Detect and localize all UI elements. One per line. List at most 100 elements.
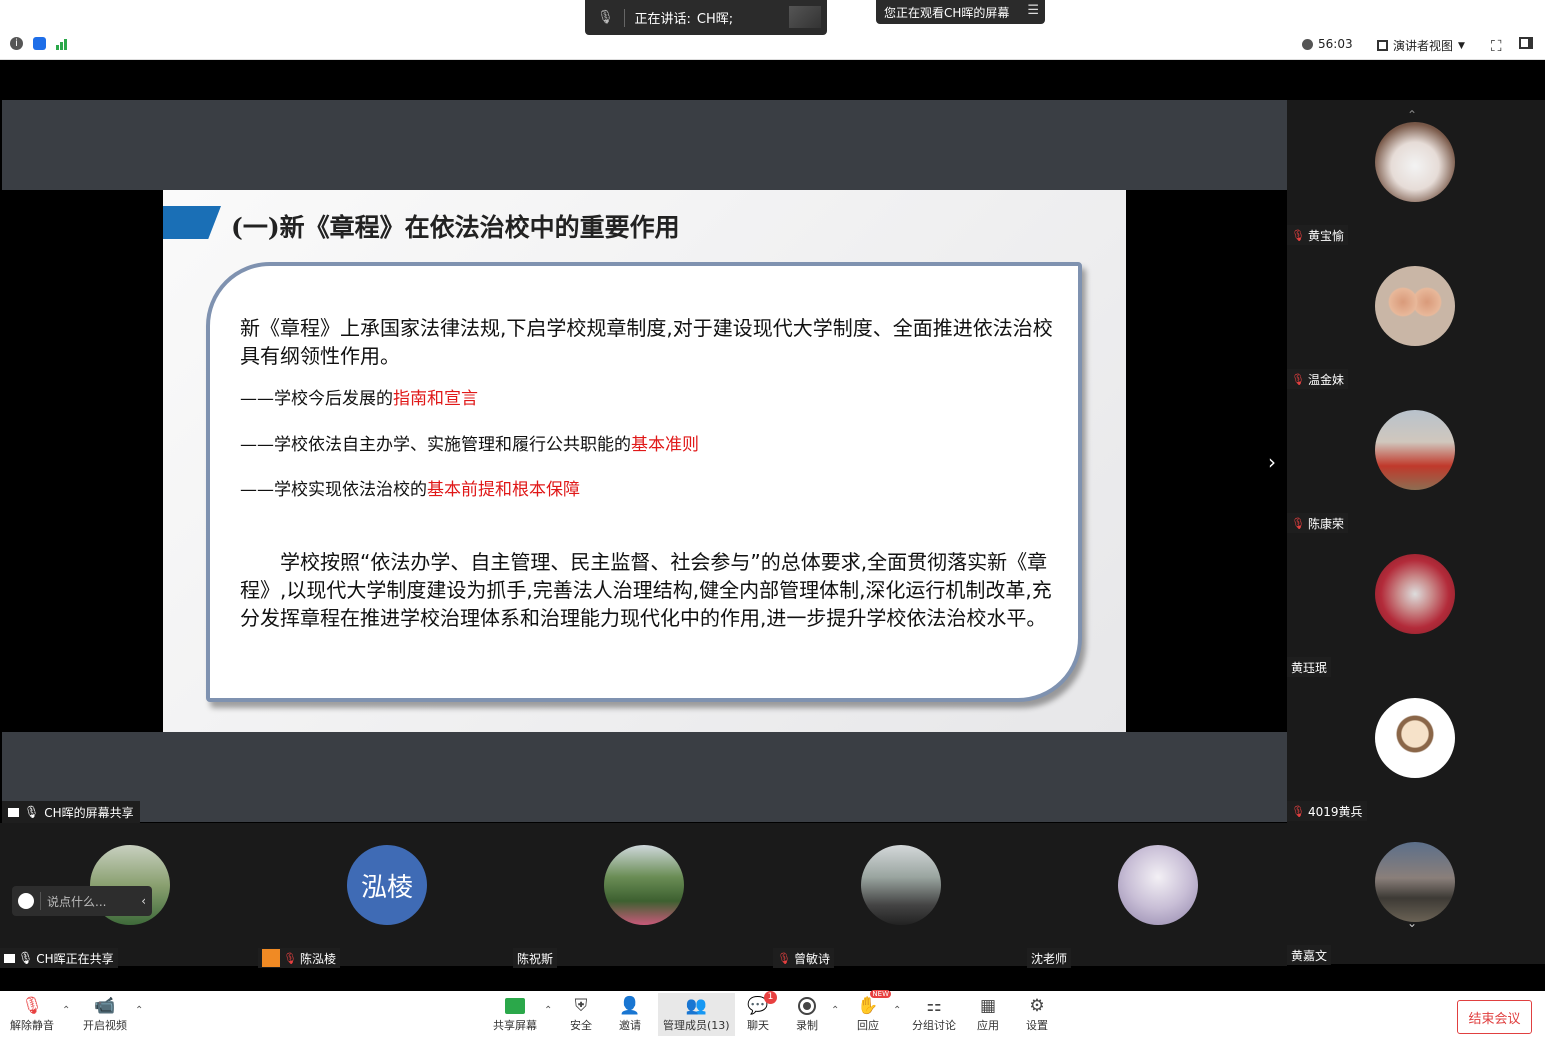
viewing-screen-indicator[interactable]: 您正在观看CH晖的屏幕 ☰ — [876, 0, 1045, 24]
apps-button[interactable]: ▦ 应用 — [977, 995, 999, 1033]
chat-button[interactable]: 💬 1 聊天 — [747, 991, 777, 1033]
add-user-icon: 👤 — [619, 996, 641, 1016]
participant-name-tag: 🎙 陈泓棱 — [258, 948, 340, 968]
share-screen-icon — [504, 995, 526, 1017]
shield-icon: ⛨ — [574, 996, 588, 1016]
mic-icon: 🎙 — [24, 805, 40, 819]
mic-muted-icon: 🎙 — [777, 951, 791, 965]
menu-icon[interactable]: ☰ — [1027, 3, 1039, 18]
layout-icon — [1377, 40, 1388, 51]
start-video-button[interactable]: 📹 开启视频 — [83, 995, 127, 1033]
viewing-text: 您正在观看CH晖的屏幕 — [884, 5, 1010, 20]
slide-title: (一)新《章程》在依法治校中的重要作用 — [231, 213, 680, 242]
participant-avatar — [1375, 842, 1455, 922]
reactions-options-chevron-icon[interactable]: ⌃ — [893, 1005, 901, 1016]
meeting-timer: 56:03 — [1302, 37, 1353, 51]
chat-badge: 1 — [764, 991, 777, 1004]
participant-name-tag: 沈老师 — [1027, 948, 1072, 968]
screen-share-icon — [4, 953, 15, 963]
mic-muted-icon: 🎙 — [1291, 804, 1305, 818]
gear-icon: ⚙ — [1029, 996, 1045, 1016]
security-button[interactable]: ⛨ 安全 — [570, 995, 592, 1033]
slide-bullet-1: ——学校今后发展的指南和宣言 — [240, 389, 478, 409]
participant-name-tag: 黄珏珉 — [1287, 657, 1332, 677]
chevron-left-icon[interactable]: ‹ — [141, 894, 146, 908]
participant-name-tag: 陈祝斯 — [513, 948, 558, 968]
participant-name-tag: 🎙 黄宝愉 — [1287, 225, 1348, 245]
participant-avatar — [1375, 554, 1455, 634]
participant-avatar: 泓棱 — [347, 845, 427, 925]
side-panel-button[interactable] — [1519, 37, 1533, 49]
end-meeting-button[interactable]: 结束会议 — [1457, 1000, 1532, 1034]
mic-muted-icon: 🎙 — [597, 10, 614, 25]
record-options-chevron-icon[interactable]: ⌃ — [831, 1005, 839, 1016]
side-panel-icon — [1519, 37, 1533, 49]
slide-intro-text: 新《章程》上承国家法律法规,下启学校规章制度,对于建设现代大学制度、全面推进依法… — [240, 316, 1053, 368]
participants-button[interactable]: 👥 管理成员(13) — [658, 993, 735, 1036]
signal-icon[interactable] — [56, 38, 67, 50]
slide-bullet-3: ——学校实现依法治校的基本前提和根本保障 — [240, 480, 580, 500]
invite-button[interactable]: 👤 邀请 — [619, 995, 641, 1033]
scroll-down-icon[interactable]: ⌄ — [1407, 916, 1417, 930]
meeting-toolbar: 🎙 解除静音 ⌃ 📹 开启视频 ⌃ 共享屏幕 ⌃ ⛨ 安全 👤 邀请 👥 管理成… — [0, 990, 1545, 1038]
participant-avatar — [1375, 410, 1455, 490]
view-mode-button[interactable]: 演讲者视图 ▼ — [1377, 37, 1465, 54]
record-button[interactable]: 录制 — [796, 995, 818, 1033]
apps-icon: ▦ — [979, 996, 997, 1016]
fullscreen-button[interactable]: ⛶ — [1491, 37, 1502, 55]
mic-muted-icon: 🎙 — [21, 996, 43, 1016]
mic-muted-icon: 🎙 — [283, 951, 297, 965]
record-icon — [796, 995, 818, 1017]
share-label-text: CH晖的屏幕共享 — [44, 805, 134, 820]
chat-icon: 💬 1 — [747, 991, 777, 1017]
top-left-icons: i — [10, 37, 67, 50]
video-options-chevron-icon[interactable]: ⌃ — [135, 1005, 143, 1016]
share-letterbox-left — [0, 190, 163, 732]
slide-title-accent — [163, 206, 221, 239]
participant-avatar — [1375, 266, 1455, 346]
emoji-icon[interactable] — [18, 893, 34, 909]
participants-icon: 👥 — [685, 996, 707, 1016]
unmute-button[interactable]: 🎙 解除静音 — [10, 995, 54, 1033]
timer-text: 56:03 — [1318, 37, 1353, 51]
participant-avatar — [1375, 122, 1455, 202]
screen-share-icon — [8, 807, 19, 817]
audio-options-chevron-icon[interactable]: ⌃ — [62, 1005, 70, 1016]
share-letterbox-right — [1126, 190, 1287, 732]
speaker-thumbnail — [789, 6, 821, 28]
view-mode-label: 演讲者视图 — [1393, 39, 1454, 53]
mic-muted-icon: 🎙 — [1291, 228, 1305, 242]
speaking-label: 正在讲话: — [634, 12, 691, 27]
breakout-icon: ⚏ — [926, 996, 942, 1016]
raise-hand-icon: ✋ NEW — [857, 990, 891, 1016]
participant-name-tag: 🎙 陈康荣 — [1287, 513, 1348, 533]
info-icon[interactable]: i — [10, 37, 23, 50]
shield-icon[interactable] — [33, 37, 46, 50]
participant-name-tag: 🎙 温金妹 — [1287, 369, 1348, 389]
reactions-button[interactable]: ✋ NEW 回应 — [857, 990, 891, 1033]
share-screen-button[interactable]: 共享屏幕 — [493, 995, 537, 1033]
slide-bullet-2: ——学校依法自主办学、实施管理和履行公共职能的基本准则 — [240, 435, 699, 455]
share-options-chevron-icon[interactable]: ⌃ — [544, 1005, 552, 1016]
mic-muted-icon: 🎙 — [1291, 372, 1305, 386]
chat-placeholder: 说点什么... — [47, 894, 107, 909]
scroll-up-icon[interactable]: ⌃ — [1407, 108, 1417, 122]
share-label: 🎙 CH晖的屏幕共享 — [2, 801, 140, 823]
active-speaker-indicator: 🎙 正在讲话: CH晖; — [585, 0, 827, 35]
participant-name-tag: 🎙 曾敏诗 — [773, 948, 834, 968]
participant-avatar — [1118, 845, 1198, 925]
quick-chat-input[interactable]: 说点什么... ‹ — [12, 886, 152, 916]
participant-avatar — [861, 845, 941, 925]
speaking-name: CH晖; — [696, 12, 734, 27]
slide-content-card: 新《章程》上承国家法律法规,下启学校规章制度,对于建设现代大学制度、全面推进依法… — [206, 262, 1082, 702]
settings-button[interactable]: ⚙ 设置 — [1026, 995, 1048, 1033]
slide-closing-text: 学校按照“依法办学、自主管理、民主监督、社会参与”的总体要求,全面贯彻落实新《章… — [240, 550, 1052, 630]
participant-name-tag: 🎙 4019黄兵 — [1287, 801, 1367, 821]
mic-muted-icon: 🎙 — [1291, 516, 1305, 530]
video-off-icon: 📹 — [94, 996, 116, 1016]
fullscreen-icon: ⛶ — [1491, 37, 1502, 55]
participant-name-tag: 黄嘉文 — [1287, 945, 1332, 965]
next-page-chevron-icon[interactable]: › — [1268, 450, 1276, 474]
participant-name-tag: 🎙 CH晖正在共享 — [0, 948, 118, 968]
breakout-rooms-button[interactable]: ⚏ 分组讨论 — [912, 995, 956, 1033]
